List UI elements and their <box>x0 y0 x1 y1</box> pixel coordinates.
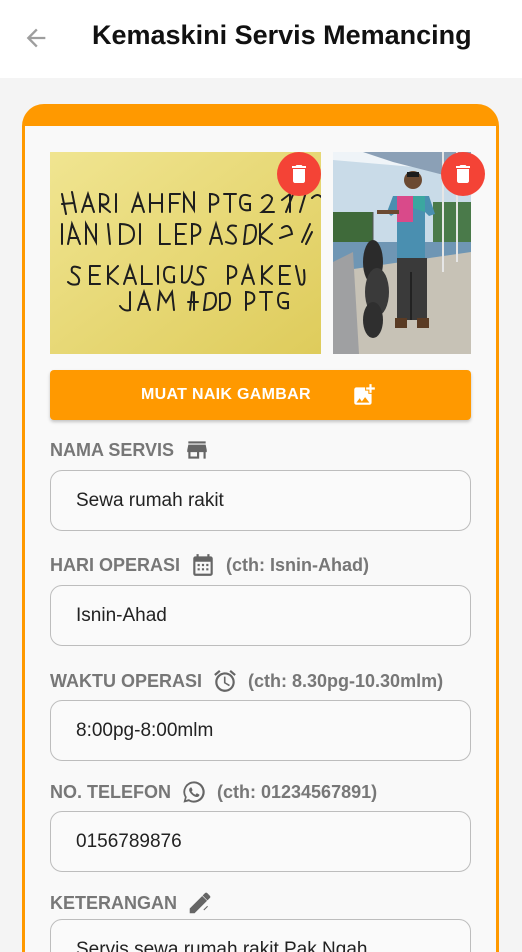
store-icon <box>184 437 210 463</box>
trash-icon <box>292 165 306 183</box>
calendar-icon <box>190 552 216 578</box>
label-nama-servis-text: NAMA SERVIS <box>50 439 175 460</box>
page-title: Kemaskini Servis Memancing <box>92 20 472 50</box>
label-nama-servis: NAMA SERVIS <box>50 437 210 463</box>
nama-servis-value: Sewa rumah rakit <box>76 490 224 511</box>
nama-servis-field[interactable]: Sewa rumah rakit <box>50 470 471 531</box>
alarm-clock-icon <box>212 668 238 694</box>
label-waktu-operasi-text: WAKTU OPERASI <box>50 670 203 691</box>
trash-icon <box>456 165 470 183</box>
upload-image-button[interactable]: MUAT NAIK GAMBAR <box>50 370 471 420</box>
hari-operasi-hint: (cth: Isnin-Ahad) <box>226 554 370 575</box>
hari-operasi-value: Isnin-Ahad <box>76 605 167 626</box>
label-hari-operasi-text: HARI OPERASI <box>50 554 181 575</box>
no-telefon-field[interactable]: 0156789876 <box>50 811 471 872</box>
delete-image-button[interactable] <box>277 152 321 196</box>
whatsapp-icon <box>181 779 207 805</box>
label-keterangan: KETERANGAN <box>50 890 213 916</box>
upload-image-label: MUAT NAIK GAMBAR <box>141 386 311 403</box>
label-hari-operasi: HARI OPERASI (cth: Isnin-Ahad) <box>50 552 369 578</box>
label-waktu-operasi: WAKTU OPERASI (cth: 8.30pg-10.30mlm) <box>50 668 443 694</box>
keterangan-field[interactable]: Servis sewa rumah rakit Pak Ngah <box>50 919 471 952</box>
app-bar: Kemaskini Servis Memancing <box>0 0 522 78</box>
no-telefon-hint: (cth: 01234567891) <box>217 781 378 802</box>
delete-image-button[interactable] <box>441 152 485 196</box>
no-telefon-value: 0156789876 <box>76 831 182 852</box>
label-keterangan-text: KETERANGAN <box>50 892 178 913</box>
add-photo-icon <box>354 384 375 405</box>
label-no-telefon: NO. TELEFON (cth: 01234567891) <box>50 779 377 805</box>
waktu-operasi-hint: (cth: 8.30pg-10.30mlm) <box>248 670 444 691</box>
waktu-operasi-value: 8:00pg-8:00mlm <box>76 720 214 741</box>
hari-operasi-field[interactable]: Isnin-Ahad <box>50 585 471 646</box>
arrow-left-icon[interactable] <box>22 24 50 52</box>
edit-pencil-icon <box>187 890 213 916</box>
waktu-operasi-field[interactable]: 8:00pg-8:00mlm <box>50 700 471 761</box>
keterangan-value: Servis sewa rumah rakit Pak Ngah <box>76 939 368 952</box>
label-no-telefon-text: NO. TELEFON <box>50 781 171 802</box>
